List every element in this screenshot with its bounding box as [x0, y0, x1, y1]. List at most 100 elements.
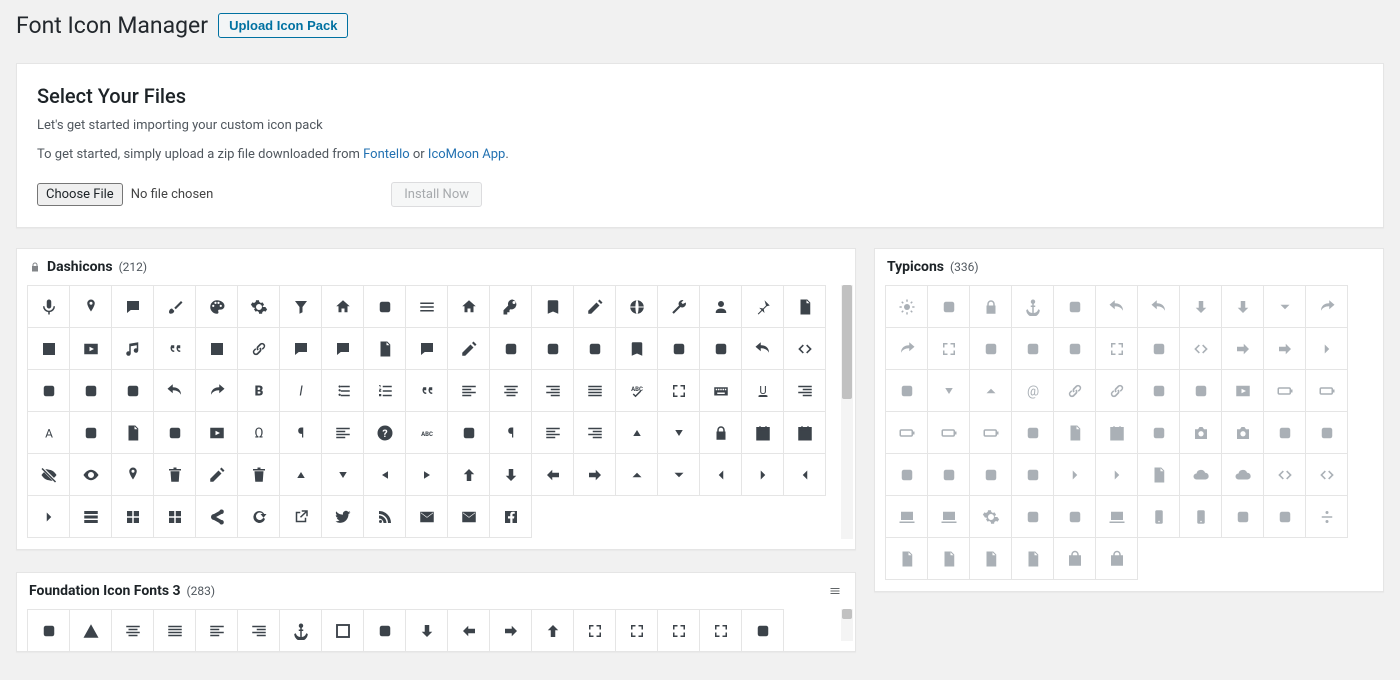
align-left-icon[interactable]: [447, 369, 490, 412]
caret-down-icon[interactable]: [927, 369, 970, 412]
calculator-icon[interactable]: [573, 327, 616, 370]
calendar-grid-icon[interactable]: [741, 411, 784, 454]
comment-icon[interactable]: [111, 285, 154, 328]
cloud-down-icon[interactable]: [1179, 453, 1222, 496]
arrow-down-icon[interactable]: [1221, 285, 1264, 328]
doc-icon[interactable]: [1137, 453, 1180, 496]
trash-icon[interactable]: [153, 453, 196, 496]
book-icon[interactable]: [531, 285, 574, 328]
clover-icon[interactable]: [447, 411, 490, 454]
layers-icon[interactable]: [27, 369, 70, 412]
align-justify-icon[interactable]: [153, 609, 196, 651]
sticky-note-icon[interactable]: [363, 327, 406, 370]
monitor-icon[interactable]: [885, 495, 928, 538]
grid-icon[interactable]: [153, 495, 196, 538]
table-grid-icon[interactable]: [111, 495, 154, 538]
align-right-icon[interactable]: [237, 609, 280, 651]
microphone-icon[interactable]: [27, 285, 70, 328]
bold-icon[interactable]: [237, 369, 280, 412]
bar-chart-alt-icon[interactable]: [1011, 453, 1054, 496]
battery-full-icon[interactable]: [1263, 369, 1306, 412]
contrast-icon[interactable]: [927, 285, 970, 328]
gear-small-icon[interactable]: [969, 495, 1012, 538]
brush-icon[interactable]: [153, 285, 196, 328]
spellcheck-icon[interactable]: [615, 369, 658, 412]
crop-icon[interactable]: [657, 327, 700, 370]
credit-card-icon[interactable]: [531, 327, 574, 370]
refresh-icon[interactable]: [237, 495, 280, 538]
chat-icon[interactable]: [279, 327, 322, 370]
arrow-right-icon[interactable]: [573, 453, 616, 496]
bookmark-icon[interactable]: [615, 327, 658, 370]
overlap-icon[interactable]: [1137, 327, 1180, 370]
chevron-right-small-icon[interactable]: [1053, 453, 1096, 496]
arrow-left-icon[interactable]: [447, 609, 490, 651]
flip-horizontal-icon[interactable]: [111, 369, 154, 412]
battery-mid-icon[interactable]: [1305, 369, 1348, 412]
arrows-expand-icon[interactable]: [657, 609, 700, 651]
comments-icon[interactable]: [321, 327, 364, 370]
align-center-icon[interactable]: [111, 609, 154, 651]
strikethrough-icon[interactable]: [69, 411, 112, 454]
shuffle-icon[interactable]: [885, 369, 928, 412]
fork-icon[interactable]: [1221, 495, 1264, 538]
underline-icon[interactable]: [741, 369, 784, 412]
pushpin-icon[interactable]: [741, 285, 784, 328]
laptop-icon[interactable]: [1095, 495, 1138, 538]
icomoon-link[interactable]: IcoMoon App: [428, 147, 505, 162]
cancel-icon[interactable]: [1263, 411, 1306, 454]
chart-area-icon[interactable]: [885, 453, 928, 496]
mail-icon[interactable]: [405, 495, 448, 538]
share-arrow-icon[interactable]: [1305, 285, 1348, 328]
attachment-icon[interactable]: [1053, 369, 1096, 412]
undo-small-icon[interactable]: [1137, 285, 1180, 328]
dedent-icon[interactable]: [531, 411, 574, 454]
align-right-icon[interactable]: [531, 369, 574, 412]
merge-icon[interactable]: [1263, 495, 1306, 538]
pilcrow-icon[interactable]: [489, 411, 532, 454]
quote-open-icon[interactable]: [153, 327, 196, 370]
install-now-button[interactable]: Install Now: [391, 182, 482, 207]
mobile-icon[interactable]: [1137, 495, 1180, 538]
help-circle-icon[interactable]: [363, 411, 406, 454]
chart-bar-icon[interactable]: [927, 453, 970, 496]
twitter-icon[interactable]: [321, 495, 364, 538]
eraser-icon[interactable]: [153, 411, 196, 454]
code-brackets-icon[interactable]: [783, 327, 826, 370]
x-square-icon[interactable]: [1179, 369, 1222, 412]
calendar-icon[interactable]: [1095, 411, 1138, 454]
chevron-left-icon[interactable]: [699, 453, 742, 496]
align-center-icon[interactable]: [489, 369, 532, 412]
warning-icon[interactable]: [69, 609, 112, 651]
chevron-down-icon[interactable]: [657, 453, 700, 496]
facebook-icon[interactable]: [489, 495, 532, 538]
arrow-down-circle-icon[interactable]: [1179, 285, 1222, 328]
location-circle-icon[interactable]: [69, 285, 112, 328]
calendar-icon[interactable]: [783, 411, 826, 454]
comment-x-icon[interactable]: [405, 327, 448, 370]
arrow-right-small-icon[interactable]: [1305, 327, 1348, 370]
triangle-left-icon[interactable]: [363, 453, 406, 496]
cd-icon[interactable]: [1053, 495, 1096, 538]
arrow-up-icon[interactable]: [531, 609, 574, 651]
arrows-out-icon[interactable]: [615, 609, 658, 651]
scrollbar[interactable]: [841, 609, 853, 641]
wrench-icon[interactable]: [657, 285, 700, 328]
arrow-right-circle-icon[interactable]: [1221, 327, 1264, 370]
arrow-down-small-icon[interactable]: [1263, 285, 1306, 328]
forward-small-icon[interactable]: [885, 327, 928, 370]
palette-icon[interactable]: [195, 285, 238, 328]
undo-arrow-icon[interactable]: [153, 369, 196, 412]
gear-icon[interactable]: [237, 285, 280, 328]
indent-right-icon[interactable]: [573, 411, 616, 454]
pencil-edit-icon[interactable]: [573, 285, 616, 328]
copy-icon[interactable]: [1053, 411, 1096, 454]
home-icon[interactable]: [321, 285, 364, 328]
share-icon[interactable]: [195, 495, 238, 538]
choose-file-button[interactable]: Choose File: [37, 183, 123, 206]
reply-icon[interactable]: [1095, 285, 1138, 328]
frame-icon[interactable]: [321, 609, 364, 651]
code-icon[interactable]: [1263, 453, 1306, 496]
globe-icon[interactable]: [615, 285, 658, 328]
arrow-right-icon[interactable]: [1263, 327, 1306, 370]
